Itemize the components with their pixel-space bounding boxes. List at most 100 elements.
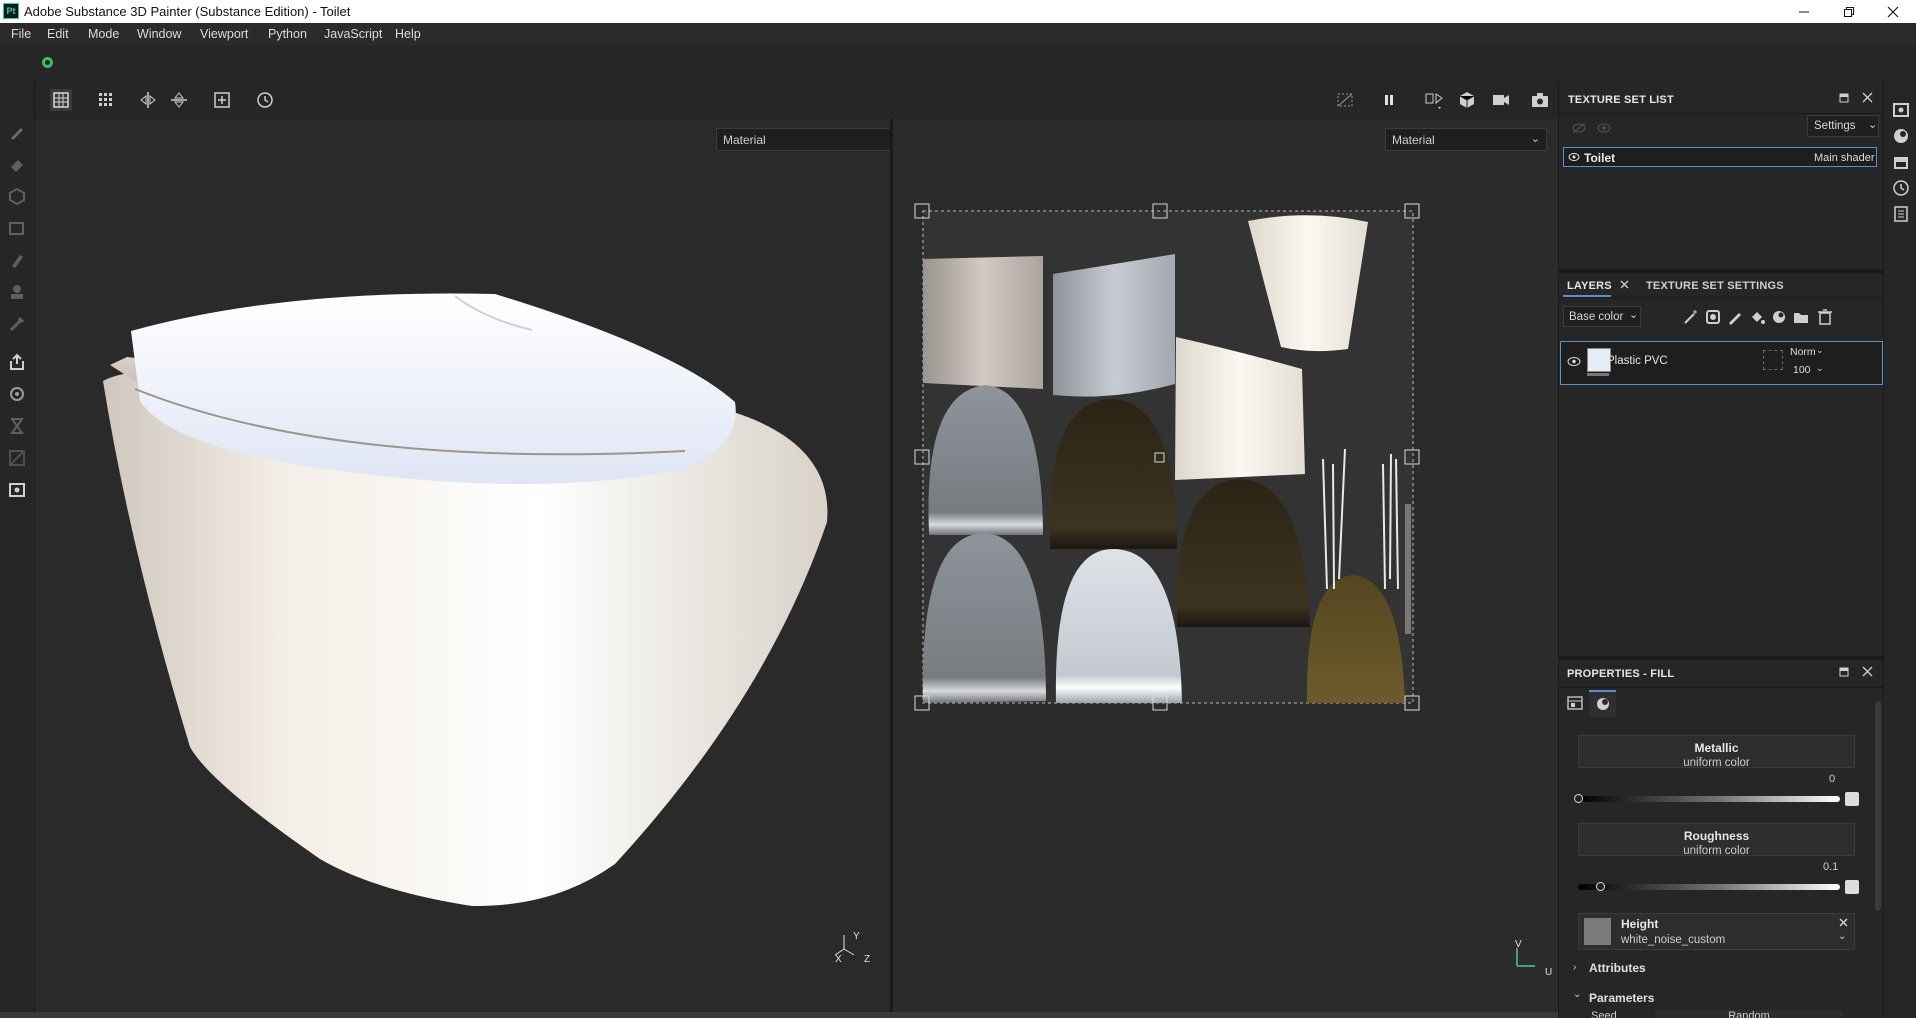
mirror-uv-icon[interactable] (1423, 89, 1445, 111)
add-mask-icon[interactable] (1705, 309, 1721, 325)
grid-view-icon[interactable] (95, 89, 117, 111)
layer-name[interactable]: Plastic PVC (1607, 355, 1668, 367)
remove-resource-icon[interactable] (1839, 918, 1848, 927)
viewport-2d-uv[interactable]: Material ⌄ V U (893, 119, 1558, 1012)
shader-settings-icon[interactable] (1892, 127, 1910, 145)
screenshot-camera-icon[interactable] (1529, 89, 1551, 111)
menu-python[interactable]: Python (268, 27, 307, 41)
eraser-icon[interactable] (8, 155, 26, 173)
chevron-down-icon: ⌄ (1868, 119, 1878, 131)
chevron-right-icon[interactable]: › (1573, 962, 1576, 973)
assets-icon[interactable] (1892, 153, 1910, 171)
bake-settings-icon[interactable] (8, 385, 26, 403)
single-view-icon[interactable] (50, 89, 72, 111)
seed-random-button[interactable]: Random (1655, 1010, 1843, 1018)
restore-icon[interactable] (1826, 0, 1872, 23)
metallic-link-icon[interactable] (1845, 792, 1859, 806)
export-icon[interactable] (8, 353, 26, 371)
properties-scrollbar[interactable] (1875, 701, 1881, 911)
float-panel-icon[interactable] (1839, 93, 1849, 103)
layer-row[interactable]: Plastic PVC Norm ⌄ 100 ⌄ (1560, 341, 1883, 385)
roughness-slider-handle[interactable] (1596, 882, 1605, 891)
hide-overlay-icon[interactable] (1334, 89, 1356, 111)
roughness-value[interactable]: 0.1 (1823, 861, 1838, 873)
metallic-channel[interactable]: Metallic uniform color (1578, 735, 1855, 769)
roughness-channel[interactable]: Roughness uniform color (1578, 823, 1855, 857)
chevron-down-icon[interactable]: ⌄ (1573, 989, 1581, 1000)
show-all-icon[interactable] (1596, 122, 1612, 134)
layer-opacity[interactable]: 100 (1793, 364, 1811, 376)
metallic-slider[interactable] (1578, 796, 1840, 802)
history-icon[interactable] (1892, 179, 1910, 197)
properties-title: PROPERTIES - FILL (1567, 668, 1675, 680)
toilet-3d-model[interactable] (35, 119, 890, 1012)
tab-texture-set-settings[interactable]: TEXTURE SET SETTINGS (1646, 280, 1784, 292)
layer-blend-mode[interactable]: Norm (1790, 346, 1816, 358)
symmetry-x-icon[interactable] (137, 89, 159, 111)
material-sphere-icon[interactable] (1593, 694, 1613, 714)
display-settings-icon[interactable] (8, 481, 26, 499)
chevron-down-icon: ⌄ (1838, 931, 1847, 942)
camera-video-icon[interactable] (1490, 89, 1512, 111)
height-source[interactable]: white_noise_custom (1621, 934, 1725, 946)
parameters-section[interactable]: Parameters (1589, 991, 1654, 1005)
add-fill-layer-icon[interactable] (1749, 309, 1765, 325)
menu-mode[interactable]: Mode (88, 27, 119, 41)
visibility-eye-icon[interactable] (1568, 152, 1580, 162)
texture-set-shader[interactable]: Main shader (1814, 152, 1875, 164)
menu-edit[interactable]: Edit (47, 27, 69, 41)
channel-dropdown[interactable]: Base color ⌄ (1563, 306, 1641, 327)
menu-window[interactable]: Window (137, 27, 181, 41)
projection-icon[interactable] (8, 187, 26, 205)
tab-layers[interactable]: LAYERS (1567, 280, 1612, 292)
cube-view-icon[interactable] (1456, 89, 1478, 111)
menu-javascript[interactable]: JavaScript (324, 27, 382, 41)
layer-mask-slot[interactable] (1763, 350, 1783, 370)
channel-label: Base color (1569, 311, 1624, 323)
geometry-mask-icon[interactable] (8, 219, 26, 237)
delete-layer-icon[interactable] (1817, 309, 1833, 325)
add-view-icon[interactable] (211, 89, 233, 111)
fill-tab-icon[interactable] (1565, 693, 1585, 713)
close-icon[interactable] (1870, 0, 1916, 23)
visibility-eye-icon[interactable] (1567, 356, 1581, 367)
menu-file[interactable]: File (11, 27, 31, 41)
height-channel[interactable]: Height white_noise_custom ⌄ (1578, 913, 1855, 950)
project-status-icon[interactable] (42, 57, 53, 68)
symmetry-y-icon[interactable] (168, 89, 190, 111)
metallic-slider-handle[interactable] (1574, 794, 1583, 803)
close-panel-icon[interactable] (1862, 92, 1873, 103)
smart-material-icon[interactable] (1771, 309, 1787, 325)
color-picker-icon[interactable] (8, 315, 26, 333)
metallic-value[interactable]: 0 (1829, 773, 1835, 785)
paint-brush-icon[interactable] (8, 123, 26, 141)
viewport-3d[interactable]: Material ⌄ Y (35, 119, 914, 1012)
add-folder-icon[interactable] (1793, 309, 1809, 325)
minimize-icon[interactable] (1781, 0, 1827, 23)
close-tab-icon[interactable] (1620, 280, 1629, 289)
close-panel-icon[interactable] (1862, 666, 1873, 677)
roughness-slider[interactable] (1578, 884, 1840, 890)
roughness-link-icon[interactable] (1845, 880, 1859, 894)
chevron-down-icon: ⌄ (1629, 309, 1639, 321)
uv-tool-icon[interactable] (8, 449, 26, 467)
float-panel-icon[interactable] (1839, 667, 1849, 677)
smudge-icon[interactable] (8, 251, 26, 269)
app-logo-icon: Pt (3, 3, 19, 19)
hourglass-icon[interactable] (8, 417, 26, 435)
attributes-section[interactable]: Attributes (1589, 961, 1646, 975)
clone-stamp-icon[interactable] (8, 283, 26, 301)
display-settings-icon[interactable] (1892, 101, 1910, 119)
window-title: Adobe Substance 3D Painter (Substance Ed… (24, 4, 351, 19)
log-icon[interactable] (1892, 205, 1910, 223)
history-icon[interactable] (254, 89, 276, 111)
texture-set-row[interactable]: Toilet Main shader (1563, 147, 1877, 167)
hide-all-icon[interactable] (1571, 122, 1587, 134)
pause-icon[interactable] (1378, 89, 1400, 111)
add-paint-layer-icon[interactable] (1727, 309, 1743, 325)
uv-layout[interactable] (893, 119, 1558, 1012)
menu-viewport[interactable]: Viewport (200, 27, 248, 41)
menu-help[interactable]: Help (395, 27, 421, 41)
texture-set-settings-dropdown[interactable]: Settings ⌄ (1807, 115, 1879, 137)
effect-wand-icon[interactable] (1683, 309, 1699, 325)
